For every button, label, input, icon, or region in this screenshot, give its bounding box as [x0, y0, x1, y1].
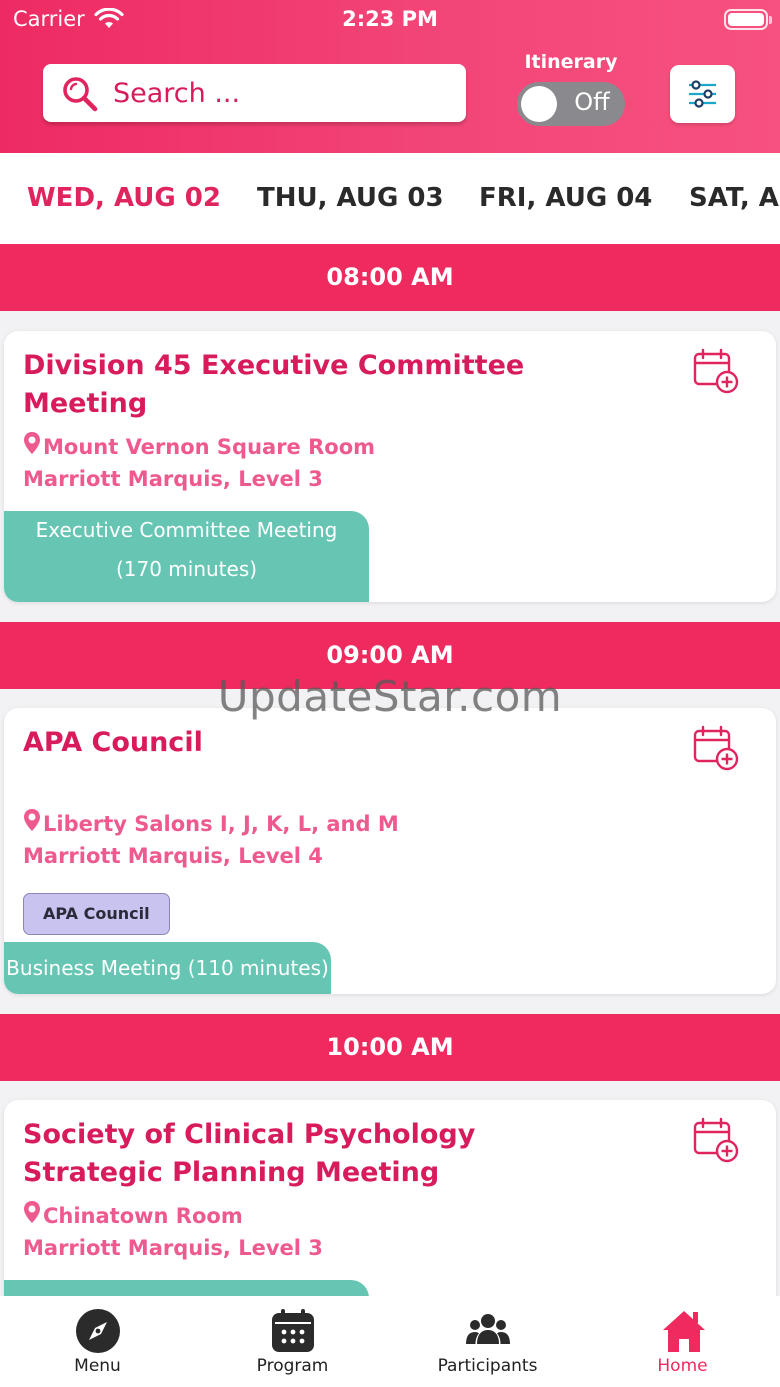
- add-to-calendar-icon[interactable]: [692, 347, 740, 399]
- tab-date-aug-02[interactable]: WED, AUG 02: [27, 183, 221, 213]
- search-icon: [61, 75, 99, 117]
- battery-icon: [724, 9, 768, 30]
- session-type-badge: Business Meeting (110 minutes): [4, 942, 331, 994]
- tab-date-aug-03[interactable]: THU, AUG 03: [257, 183, 444, 213]
- add-to-calendar-icon[interactable]: [692, 724, 740, 776]
- session-tag[interactable]: APA Council: [23, 893, 170, 935]
- tab-label: Menu: [74, 1356, 121, 1376]
- session-room: Mount Vernon Square Room: [43, 435, 376, 459]
- location-pin-icon: [23, 808, 41, 841]
- session-venue: Marriott Marquis, Level 3: [23, 1236, 323, 1260]
- session-location: Liberty Salons I, J, K, L, and M Marriot…: [23, 808, 399, 872]
- people-icon: [466, 1314, 510, 1344]
- session-card[interactable]: APA Council Liberty Salons I, J, K, L, a…: [4, 708, 776, 994]
- tab-label: Home: [657, 1356, 708, 1376]
- tab-date-aug-04[interactable]: FRI, AUG 04: [479, 183, 652, 213]
- home-icon: [663, 1311, 705, 1352]
- tab-label: Participants: [437, 1356, 538, 1376]
- status-bar: Carrier 2:23 PM: [0, 0, 780, 40]
- session-room: Liberty Salons I, J, K, L, and M: [43, 812, 399, 836]
- session-room: Chinatown Room: [43, 1204, 243, 1228]
- filter-button[interactable]: [670, 65, 735, 123]
- time-header-0800: 08:00 AM: [0, 244, 780, 311]
- date-tabs: WED, AUG 02 THU, AUG 03 FRI, AUG 04 SAT,…: [0, 153, 780, 244]
- tab-home[interactable]: Home: [585, 1296, 780, 1387]
- tab-program[interactable]: Program: [195, 1296, 390, 1387]
- session-venue: Marriott Marquis, Level 4: [23, 844, 323, 868]
- time-header-1000: 10:00 AM: [0, 1014, 780, 1081]
- sliders-icon: [689, 80, 716, 108]
- itinerary-label: Itinerary: [524, 51, 618, 73]
- search-box[interactable]: [43, 64, 466, 122]
- session-location: Mount Vernon Square Room Marriott Marqui…: [23, 431, 375, 495]
- battery-cap: [769, 16, 772, 24]
- tab-menu[interactable]: Menu: [0, 1296, 195, 1387]
- itinerary-toggle[interactable]: Off: [517, 82, 625, 126]
- session-type-badge: Executive Committee Meeting (170 minutes…: [4, 511, 369, 602]
- toggle-state: Off: [574, 88, 610, 116]
- tab-date-aug-05[interactable]: SAT, AUG 05: [689, 183, 780, 213]
- session-card[interactable]: Division 45 Executive Committee Meeting …: [4, 331, 776, 602]
- toggle-knob: [521, 86, 557, 122]
- time-header-0900: 09:00 AM: [0, 622, 780, 689]
- tab-bar: Menu Program Participants Home: [0, 1296, 780, 1387]
- session-title[interactable]: APA Council: [23, 724, 603, 762]
- location-pin-icon: [23, 431, 41, 464]
- session-location: Chinatown Room Marriott Marquis, Level 3: [23, 1200, 323, 1264]
- compass-icon: [76, 1309, 120, 1353]
- tab-participants[interactable]: Participants: [390, 1296, 585, 1387]
- calendar-icon: [272, 1309, 314, 1352]
- add-to-calendar-icon[interactable]: [692, 1116, 740, 1168]
- session-title[interactable]: Division 45 Executive Committee Meeting: [23, 347, 603, 423]
- status-time: 2:23 PM: [342, 7, 438, 31]
- tab-label: Program: [256, 1356, 329, 1376]
- session-card[interactable]: Society of Clinical Psychology Strategic…: [4, 1100, 776, 1320]
- session-venue: Marriott Marquis, Level 3: [23, 467, 323, 491]
- session-title[interactable]: Society of Clinical Psychology Strategic…: [23, 1116, 603, 1192]
- header: Carrier 2:23 PM Itinerary Off: [0, 0, 780, 153]
- location-pin-icon: [23, 1200, 41, 1233]
- search-input[interactable]: [113, 72, 453, 114]
